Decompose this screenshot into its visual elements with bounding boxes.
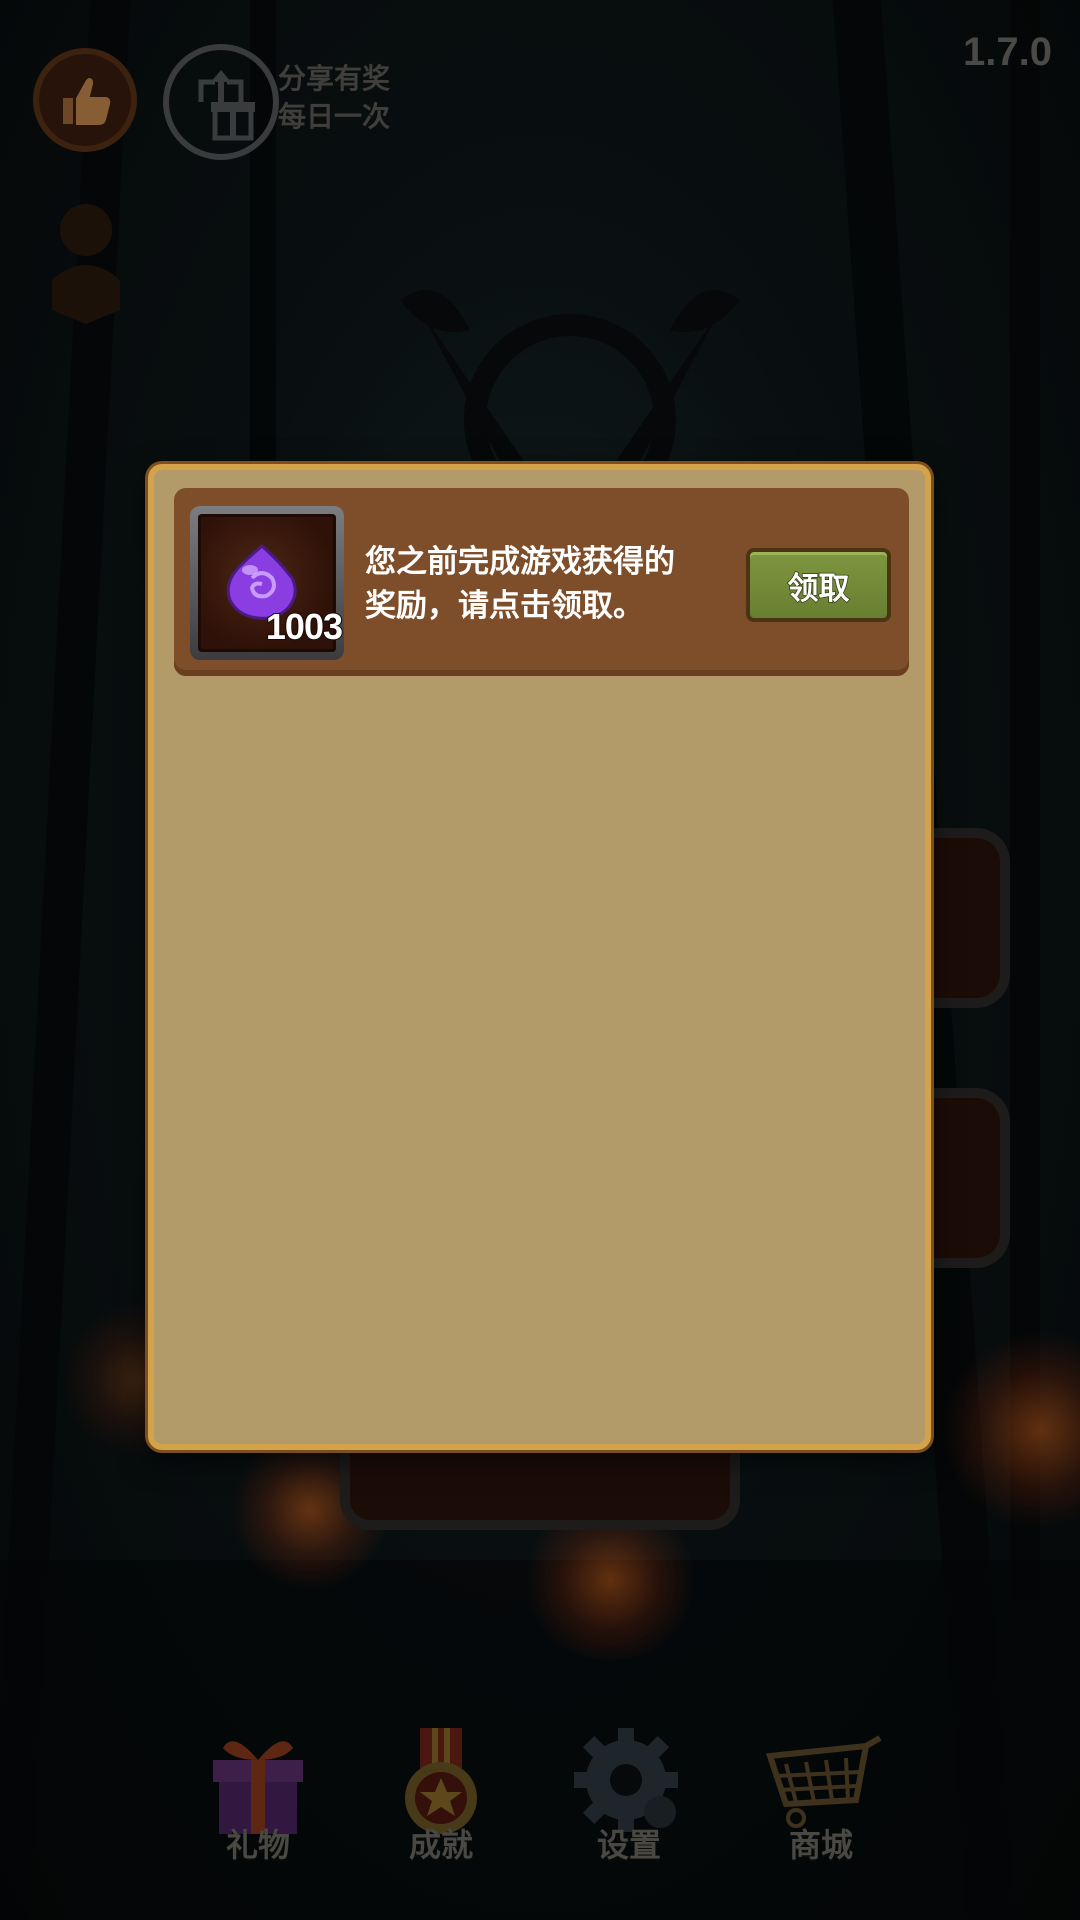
reward-item-slot: 1003: [190, 506, 344, 660]
offline-reward-dialog: 1003 您之前完成游戏获得的 奖励，请点击领取。 领取: [148, 464, 931, 1450]
reward-message-line-2: 奖励，请点击领取。: [365, 588, 644, 624]
reward-message: 您之前完成游戏获得的 奖励，请点击领取。: [365, 540, 745, 628]
reward-item-frame: 1003: [198, 514, 344, 652]
reward-row: 1003 您之前完成游戏获得的 奖励，请点击领取。 领取: [174, 488, 909, 676]
claim-button[interactable]: 领取: [746, 548, 891, 622]
game-screen: 分享有奖 每日一次 1.7.0 礼物 成就 设置 商城 1003 您之前完成游戏…: [0, 0, 1080, 1920]
reward-item-count: 1003: [265, 605, 344, 648]
reward-message-line-1: 您之前完成游戏获得的: [365, 544, 675, 580]
